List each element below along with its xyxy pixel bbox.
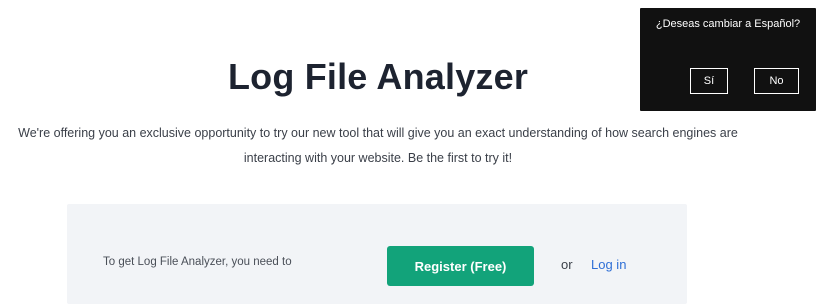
intro-text: We're offering you an exclusive opportun… — [18, 126, 738, 165]
register-button[interactable]: Register (Free) — [387, 246, 534, 286]
switch-language-yes-button[interactable]: Sí — [690, 68, 728, 94]
language-switch-popup: ¿Deseas cambiar a Español? Sí No — [640, 8, 816, 111]
signup-prompt: To get Log File Analyzer, you need to — [103, 256, 292, 268]
or-separator: or — [561, 257, 573, 272]
signup-row: To get Log File Analyzer, you need to Re… — [67, 246, 687, 286]
login-link[interactable]: Log in — [591, 257, 626, 272]
switch-language-no-button[interactable]: No — [754, 68, 799, 94]
signup-panel: To get Log File Analyzer, you need to Re… — [67, 204, 687, 304]
language-question: ¿Deseas cambiar a Español? — [655, 18, 801, 30]
